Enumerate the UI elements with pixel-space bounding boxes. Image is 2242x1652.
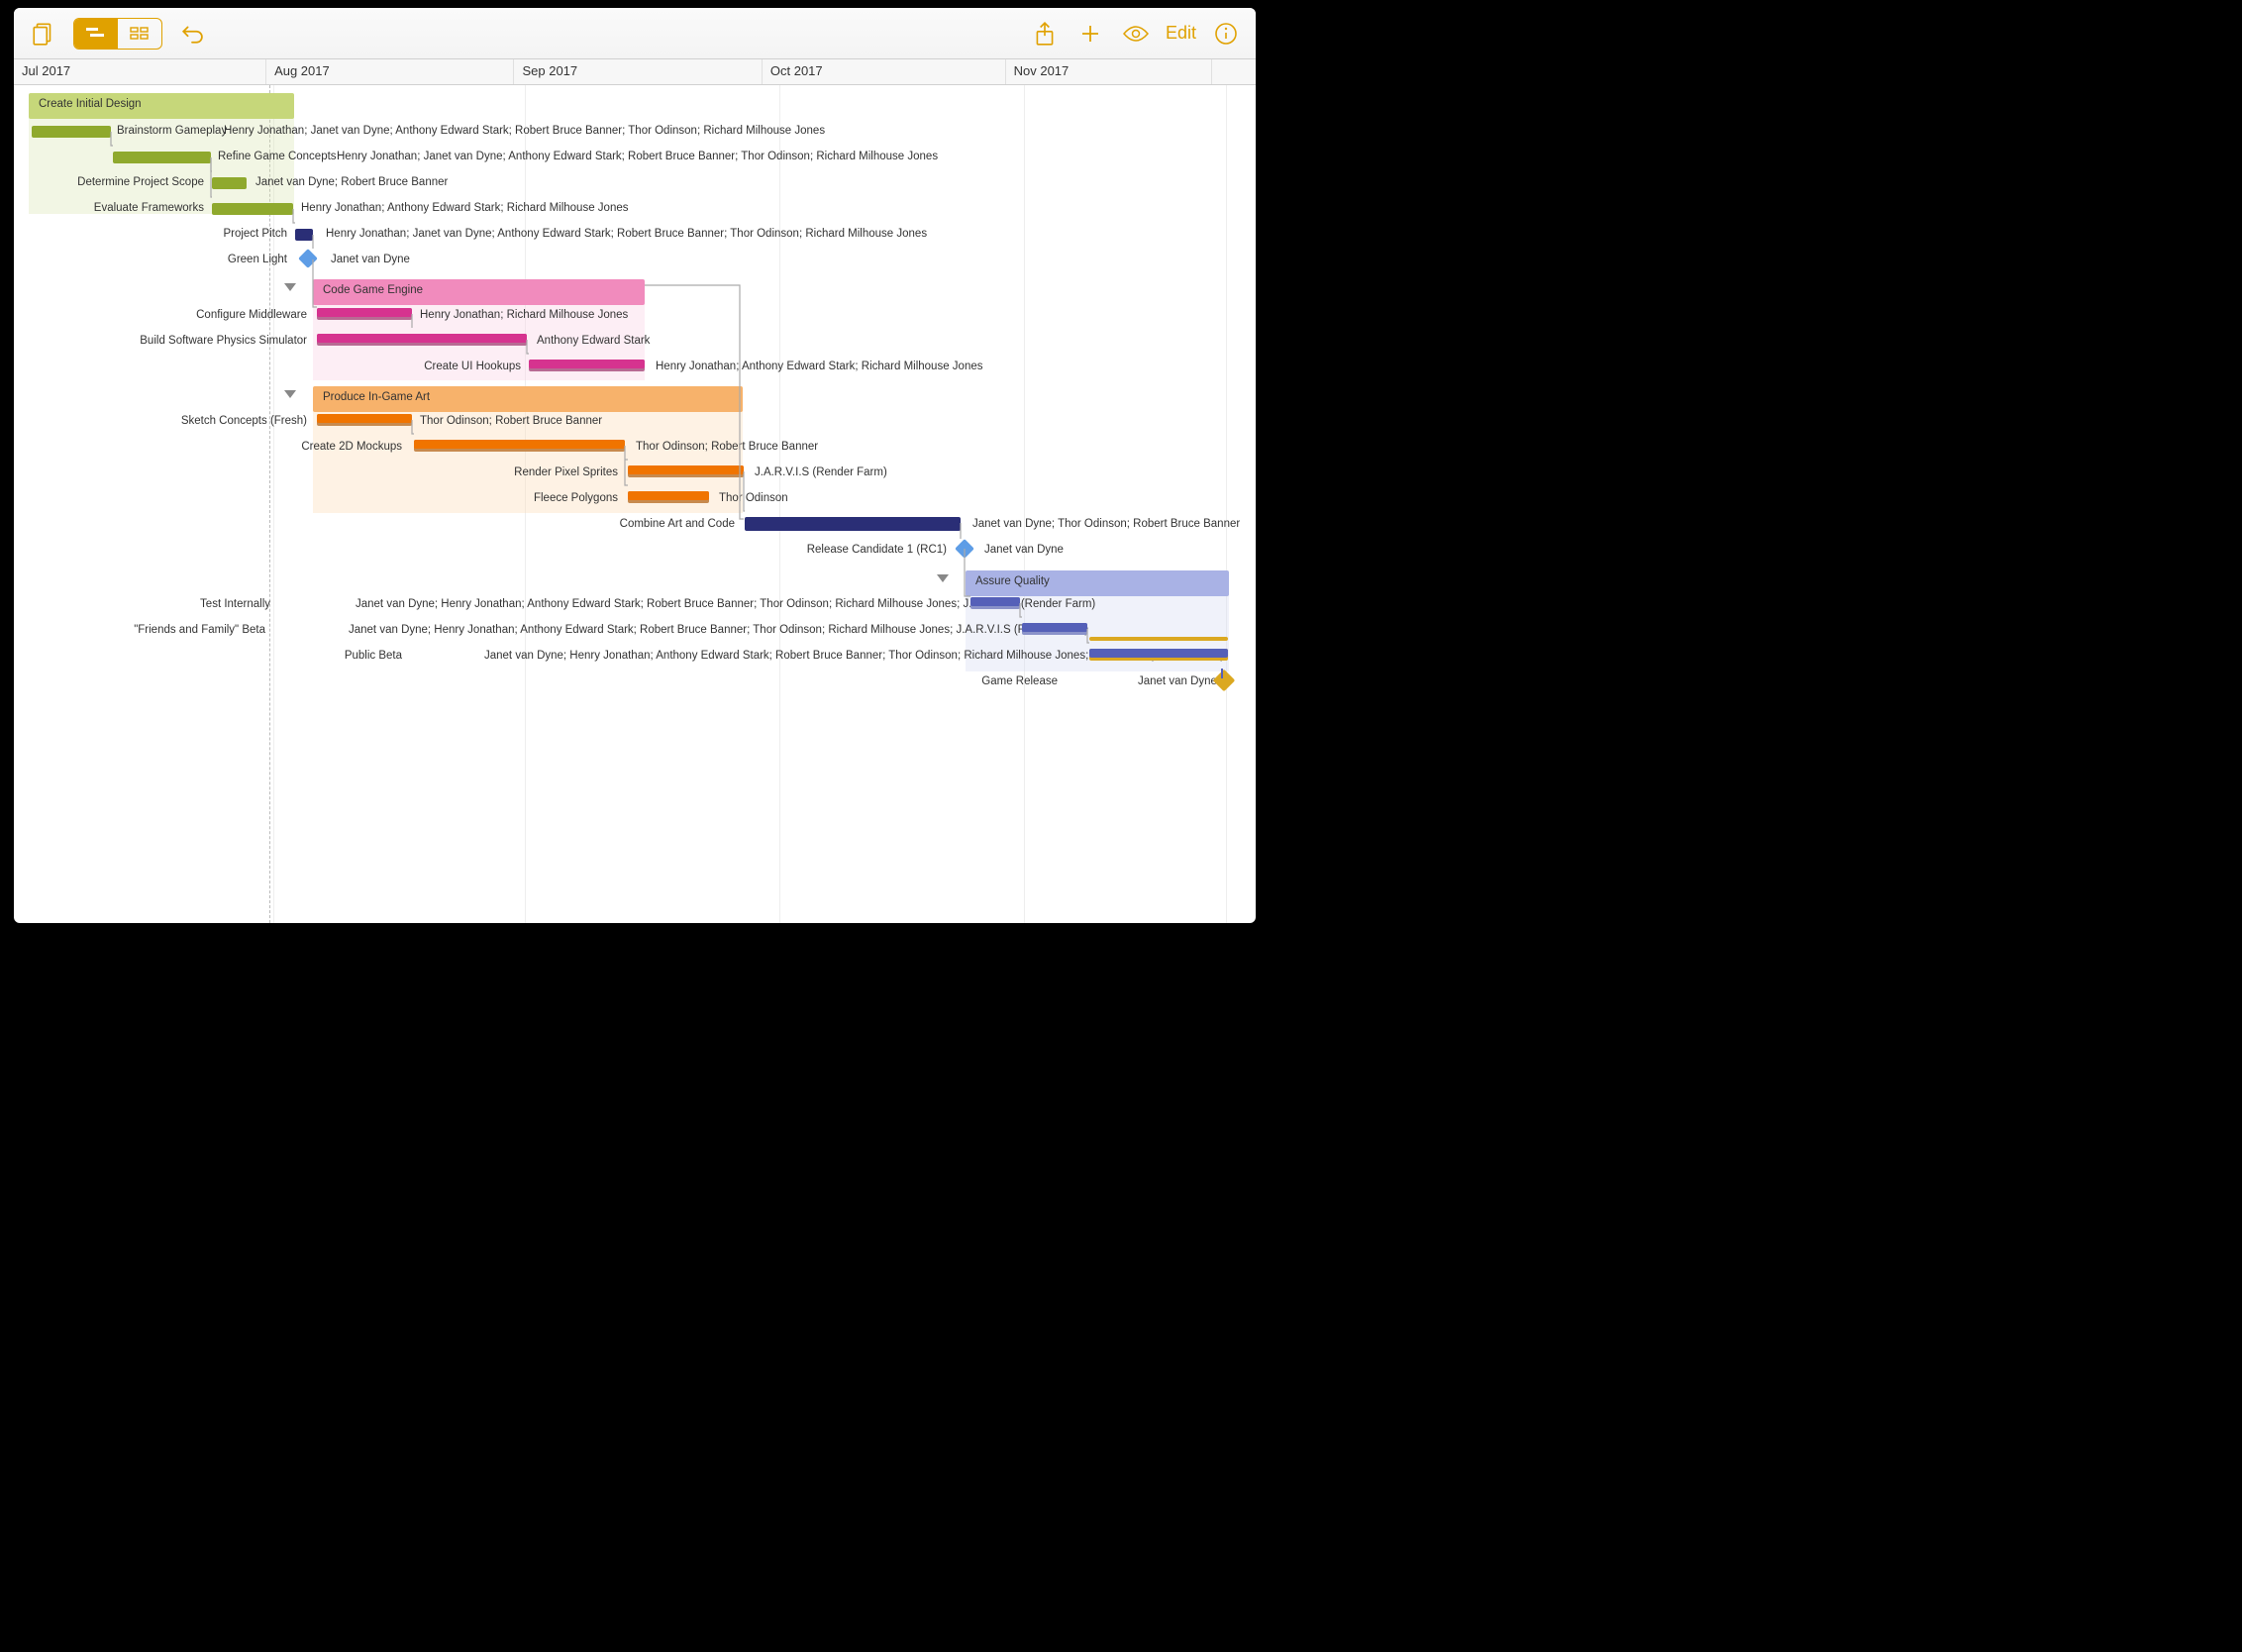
documents-icon[interactable] bbox=[28, 18, 59, 50]
gantt-view-button[interactable] bbox=[74, 19, 118, 49]
month-col: Sep 2017 bbox=[514, 59, 762, 84]
timeline-header: Jul 2017 Aug 2017 Sep 2017 Oct 2017 Nov … bbox=[14, 59, 1256, 85]
add-icon[interactable] bbox=[1074, 18, 1106, 50]
gantt-chart[interactable]: Create Initial Design Brainstorm Gamepla… bbox=[14, 85, 1256, 923]
dependency-lines bbox=[14, 85, 1256, 719]
month-col: Aug 2017 bbox=[266, 59, 514, 84]
month-col: Oct 2017 bbox=[763, 59, 1006, 84]
month-col: Jul 2017 bbox=[14, 59, 266, 84]
undo-icon[interactable] bbox=[176, 18, 208, 50]
month-col-end bbox=[1212, 59, 1256, 84]
app-window: Edit Jul 2017 Aug 2017 Sep 2017 Oct 2017… bbox=[14, 8, 1256, 923]
view-options-icon[interactable] bbox=[1120, 18, 1152, 50]
view-toggle[interactable] bbox=[73, 18, 162, 50]
share-icon[interactable] bbox=[1029, 18, 1061, 50]
month-col: Nov 2017 bbox=[1006, 59, 1212, 84]
edit-button[interactable]: Edit bbox=[1166, 23, 1196, 44]
list-view-button[interactable] bbox=[118, 19, 161, 49]
inspector-icon[interactable] bbox=[1210, 18, 1242, 50]
toolbar: Edit bbox=[14, 8, 1256, 59]
